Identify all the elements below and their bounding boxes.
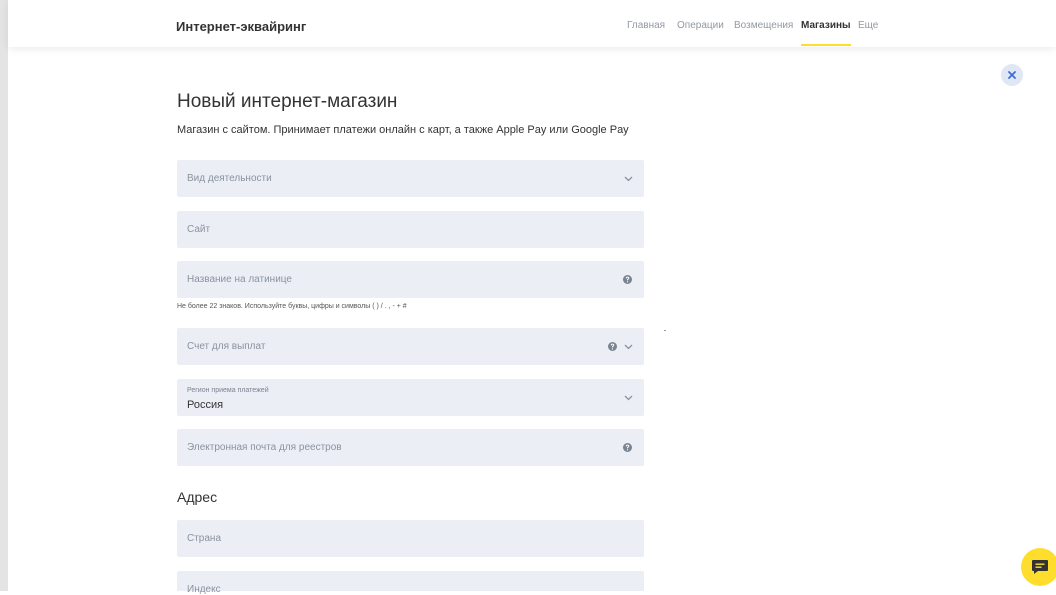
site-input-placeholder: Сайт [187,224,211,235]
top-header: Интернет-эквайринг Главная Операции Возм… [8,0,1056,47]
address-section-title: Адрес [177,489,218,505]
close-icon [1008,71,1016,79]
latin-name-input[interactable]: Название на латинице [177,261,644,298]
nav-item-more[interactable]: Еще [858,20,878,32]
latin-name-hint: Не более 22 знаков. Используйте буквы, ц… [177,303,407,310]
registry-email-input[interactable]: Электронная почта для реестров [177,429,644,466]
country-input-placeholder: Страна [187,533,222,544]
activity-select[interactable]: Вид деятельности [177,160,644,197]
nav-item-shops[interactable]: Магазины [801,20,851,46]
chat-icon [1032,560,1048,574]
stray-dot [664,330,666,331]
chevron-down-icon [624,176,633,182]
latin-name-input-placeholder: Название на латинице [187,274,292,285]
help-icon[interactable] [623,443,632,452]
payout-account-placeholder: Счет для выплат [187,341,266,352]
registry-email-placeholder: Электронная почта для реестров [187,442,342,453]
chevron-down-icon [624,344,633,350]
page-subtitle: Магазин с сайтом. Принимает платежи онла… [177,124,629,136]
payout-account-select[interactable]: Счет для выплат [177,328,644,365]
country-input[interactable]: Страна [177,520,644,557]
nav-item-refunds[interactable]: Возмещения [734,20,793,32]
nav-item-operations[interactable]: Операции [677,20,724,32]
index-input[interactable]: Индекс [177,571,644,595]
help-icon[interactable] [623,275,632,284]
region-select-value: Россия [187,399,224,411]
main-nav: Главная Операции Возмещения Магазины Еще [8,0,1056,47]
chevron-down-icon [624,395,633,401]
help-icon[interactable] [608,342,617,351]
nav-item-shops-label: Магазины [801,20,851,31]
region-select[interactable]: Регион приема платежей Россия [177,379,644,416]
activity-select-placeholder: Вид деятельности [187,173,272,184]
active-tab-indicator [801,44,851,46]
close-button[interactable] [1001,64,1023,86]
chat-button[interactable] [1021,548,1056,586]
nav-item-home[interactable]: Главная [627,20,665,32]
left-sidebar-strip [0,0,8,591]
region-select-label: Регион приема платежей [187,387,269,394]
index-input-placeholder: Индекс [187,584,221,595]
site-input[interactable]: Сайт [177,211,644,248]
page-title: Новый интернет-магазин [177,91,398,112]
